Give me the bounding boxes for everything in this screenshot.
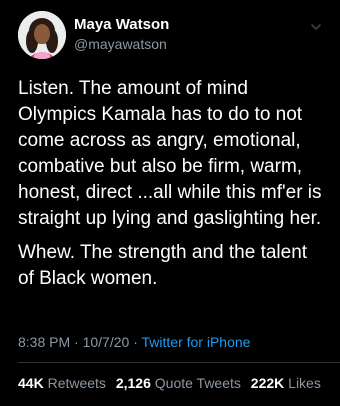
retweets-stat[interactable]: 44K Retweets <box>18 375 106 391</box>
tweet-paragraph: Listen. The amount of mind Olympics Kama… <box>18 78 322 229</box>
retweets-label: Retweets <box>47 375 106 391</box>
retweets-count: 44K <box>18 375 44 391</box>
divider <box>18 362 340 363</box>
avatar[interactable] <box>18 11 66 59</box>
tweet-header: Maya Watson @mayawatson <box>0 0 340 70</box>
likes-stat[interactable]: 222K Likes <box>251 375 321 391</box>
tweet-source-link[interactable]: Twitter for iPhone <box>142 334 251 350</box>
quote-tweets-label: Quote Tweets <box>154 375 241 391</box>
meta-separator: · <box>129 334 142 350</box>
chevron-down-icon[interactable] <box>309 20 323 34</box>
tweet-stats: 44K Retweets 2,126 Quote Tweets 222K Lik… <box>18 375 327 391</box>
tweet-date[interactable]: 10/7/20 <box>83 334 130 350</box>
quote-tweets-count: 2,126 <box>115 375 151 391</box>
meta-separator: · <box>70 334 83 350</box>
tweet-paragraph: Whew. The strength and the talent of Bla… <box>18 242 308 289</box>
quote-tweets-stat[interactable]: 2,126 Quote Tweets <box>116 375 241 391</box>
author-handle[interactable]: @mayawatson <box>74 36 167 52</box>
profile-photo-icon <box>18 11 66 59</box>
tweet-body: Listen. The amount of mind Olympics Kama… <box>18 76 334 300</box>
tweet-time[interactable]: 8:38 PM <box>18 334 70 350</box>
likes-label: Likes <box>288 375 321 391</box>
tweet-meta: 8:38 PM · 10/7/20 · Twitter for iPhone <box>18 334 250 350</box>
author-name[interactable]: Maya Watson <box>74 16 169 33</box>
likes-count: 222K <box>250 375 285 391</box>
